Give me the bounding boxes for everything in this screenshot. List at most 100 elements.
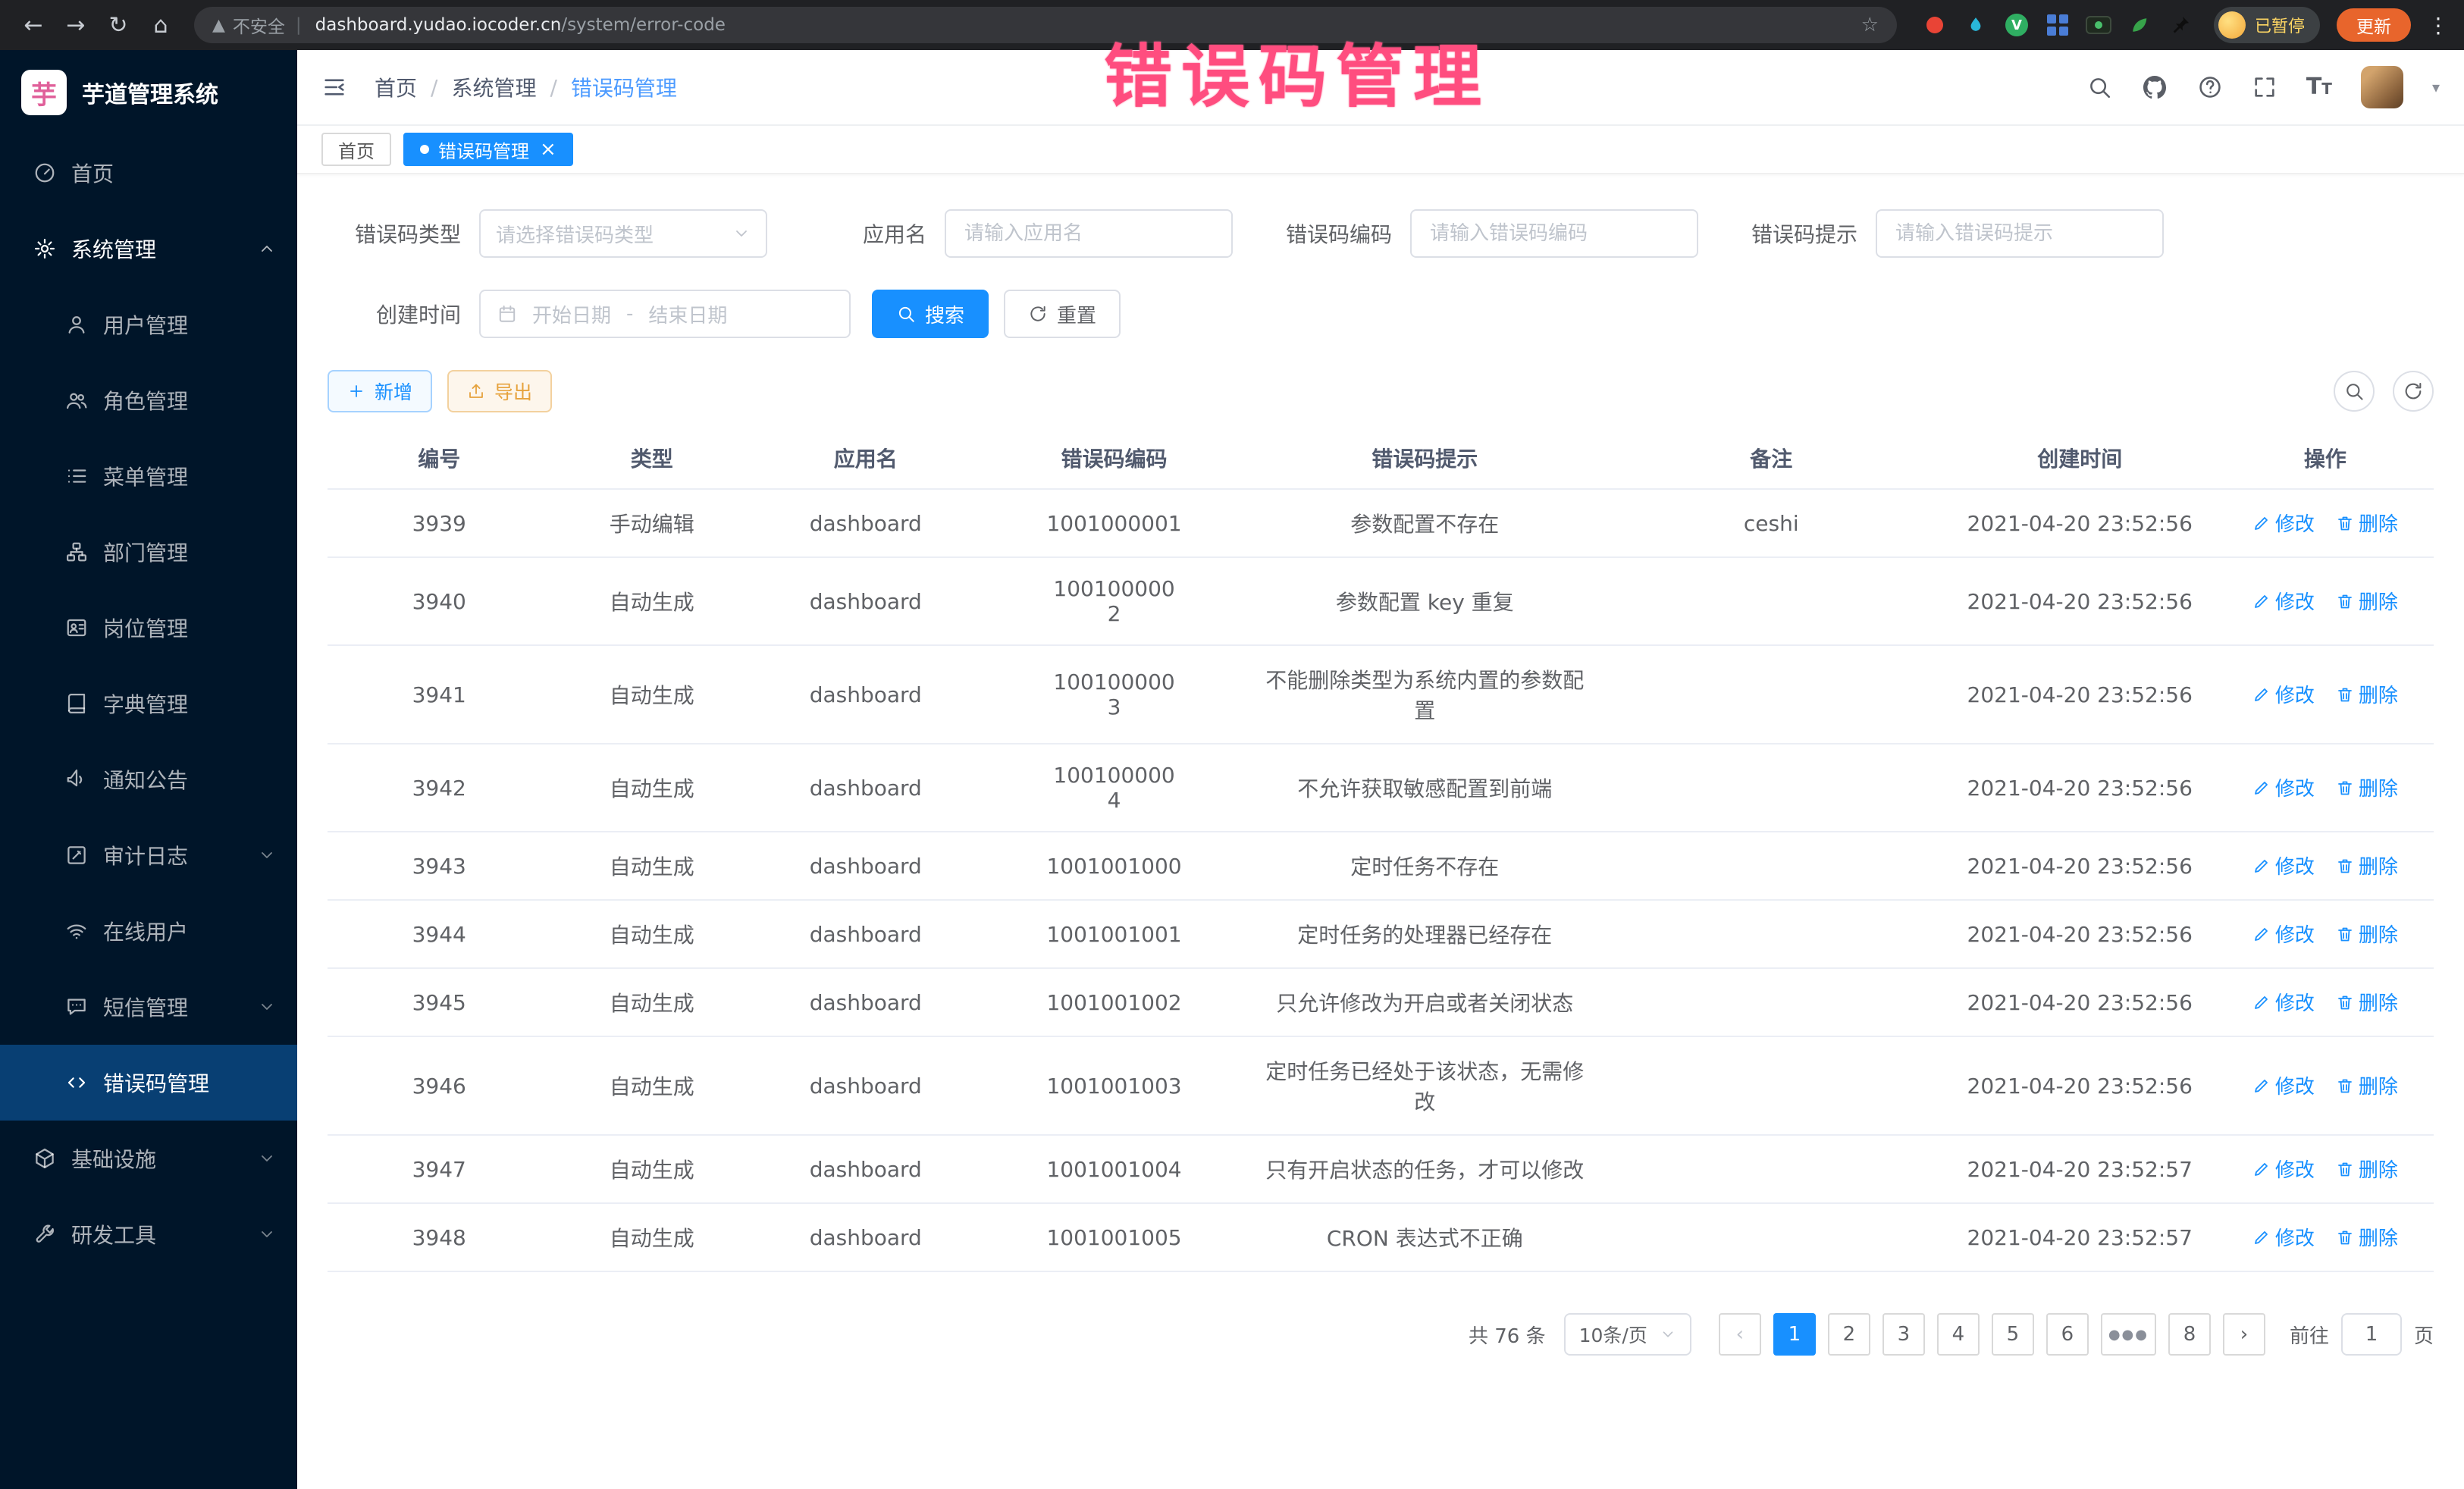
edit-link[interactable]: 修改: [2252, 680, 2315, 708]
delete-link[interactable]: 删除: [2336, 1071, 2398, 1099]
edit-link[interactable]: 修改: [2252, 1071, 2315, 1099]
delete-link[interactable]: 删除: [2336, 1223, 2398, 1251]
github-icon[interactable]: [2141, 74, 2168, 101]
breadcrumb-separator: /: [431, 75, 437, 100]
export-button[interactable]: 导出: [447, 370, 552, 412]
toggle-search-button[interactable]: [2334, 371, 2375, 412]
vpn-extension-icon[interactable]: V: [2003, 11, 2030, 39]
sidebar-item-devtool[interactable]: 研发工具: [0, 1196, 297, 1272]
edit-link[interactable]: 修改: [2252, 988, 2315, 1016]
edit-link[interactable]: 修改: [2252, 851, 2315, 879]
sidebar-item-infra[interactable]: 基础设施: [0, 1121, 297, 1196]
cell-app: dashboard: [753, 489, 978, 557]
colorpick-extension-icon[interactable]: [1962, 11, 1989, 39]
cell-hint: 参数配置不存在: [1250, 489, 1600, 557]
page-8-button[interactable]: 8: [2168, 1313, 2211, 1356]
breadcrumb-item[interactable]: 首页: [375, 72, 417, 102]
delete-link[interactable]: 删除: [2336, 680, 2398, 708]
font-size-icon[interactable]: TT: [2306, 76, 2332, 99]
record-extension-icon[interactable]: [1921, 11, 1948, 39]
gauge-icon: [33, 161, 56, 184]
close-icon[interactable]: ×: [540, 139, 556, 159]
reset-button[interactable]: 重置: [1004, 290, 1121, 338]
delete-link[interactable]: 删除: [2336, 587, 2398, 615]
search-icon[interactable]: [2086, 74, 2112, 100]
table-row: 3946自动生成dashboard1001001003定时任务已经处于该状态，无…: [328, 1036, 2434, 1135]
help-icon[interactable]: [2197, 74, 2223, 100]
edit-link[interactable]: 修改: [2252, 1223, 2315, 1251]
cell-type: 自动生成: [550, 1203, 753, 1271]
sidebar-item-online-user[interactable]: 在线用户: [0, 893, 297, 969]
edit-link[interactable]: 修改: [2252, 1155, 2315, 1183]
delete-link[interactable]: 删除: [2336, 773, 2398, 801]
edit-link[interactable]: 修改: [2252, 920, 2315, 948]
sidebar-fold-icon[interactable]: [321, 74, 347, 100]
forward-icon[interactable]: →: [58, 7, 94, 43]
sidebar-item-menu[interactable]: 菜单管理: [0, 438, 297, 514]
search-button[interactable]: 搜索: [872, 290, 989, 338]
page-4-button[interactable]: 4: [1937, 1313, 1980, 1356]
breadcrumb-item[interactable]: 系统管理: [451, 72, 536, 102]
back-icon[interactable]: ←: [15, 7, 52, 43]
sidebar-item-dict[interactable]: 字典管理: [0, 666, 297, 741]
profile-chip[interactable]: 已暂停: [2214, 7, 2320, 43]
menu-kebab-icon[interactable]: ⋮: [2428, 13, 2449, 38]
next-page-button[interactable]: ›: [2223, 1313, 2265, 1356]
page-size-select[interactable]: 10条/页: [1564, 1313, 1691, 1356]
date-range-picker[interactable]: 开始日期 - 结束日期: [479, 290, 851, 338]
pushpin-icon[interactable]: [2167, 11, 2194, 39]
page-more-button[interactable]: ●●●: [2101, 1313, 2156, 1356]
cell-hint: 定时任务不存在: [1250, 832, 1600, 900]
delete-link[interactable]: 删除: [2336, 920, 2398, 948]
sidebar-item-system[interactable]: 系统管理: [0, 211, 297, 287]
avatar-caret-icon[interactable]: ▾: [2432, 78, 2440, 96]
goto-page-input[interactable]: [2341, 1313, 2402, 1356]
update-button[interactable]: 更新: [2337, 8, 2411, 42]
grid-extension-icon[interactable]: [2044, 11, 2071, 39]
sidebar-item-audit-log[interactable]: 审计日志: [0, 817, 297, 893]
active-tab-dot: [420, 145, 429, 154]
sidebar-item-error-code[interactable]: 错误码管理: [0, 1045, 297, 1121]
page-5-button[interactable]: 5: [1992, 1313, 2034, 1356]
url-bar[interactable]: ▲ 不安全 | dashboard.yudao.iocoder.cn/syste…: [194, 7, 1897, 43]
sidebar-item-dept[interactable]: 部门管理: [0, 514, 297, 590]
page-1-button[interactable]: 1: [1773, 1313, 1816, 1356]
sidebar-item-home[interactable]: 首页: [0, 135, 297, 211]
error-hint-input[interactable]: [1876, 209, 2164, 258]
edit-link[interactable]: 修改: [2252, 587, 2315, 615]
delete-link[interactable]: 删除: [2336, 851, 2398, 879]
sidebar-item-sms[interactable]: 短信管理: [0, 969, 297, 1045]
page-2-button[interactable]: 2: [1828, 1313, 1870, 1356]
goto-label: 前往: [2290, 1321, 2329, 1349]
tab-home[interactable]: 首页: [321, 133, 391, 166]
table-row: 3942自动生成dashboard100100000 4不允许获取敏感配置到前端…: [328, 744, 2434, 832]
table-header-row: 编号 类型 应用名 错误码编码 错误码提示 备注 创建时间 操作: [328, 428, 2434, 489]
error-code-input[interactable]: [1410, 209, 1698, 258]
delete-link[interactable]: 删除: [2336, 988, 2398, 1016]
sidebar-item-post[interactable]: 岗位管理: [0, 590, 297, 666]
prev-page-button[interactable]: ‹: [1719, 1313, 1761, 1356]
sidebar-item-notice[interactable]: 通知公告: [0, 741, 297, 817]
bookmark-star-icon[interactable]: ☆: [1861, 14, 1879, 36]
logo[interactable]: 芋 芋道管理系统: [0, 50, 297, 135]
home-icon[interactable]: ⌂: [143, 7, 179, 43]
edit-link[interactable]: 修改: [2252, 773, 2315, 801]
leaf-extension-icon[interactable]: [2126, 11, 2153, 39]
fullscreen-icon[interactable]: [2252, 74, 2277, 100]
refresh-table-button[interactable]: [2393, 371, 2434, 412]
tab-error-code[interactable]: 错误码管理 ×: [403, 133, 573, 166]
switch-extension-icon[interactable]: [2085, 11, 2112, 39]
delete-link[interactable]: 删除: [2336, 1155, 2398, 1183]
sidebar-item-role[interactable]: 角色管理: [0, 362, 297, 438]
error-type-select[interactable]: 请选择错误码类型: [479, 209, 767, 258]
reload-icon[interactable]: ↻: [100, 7, 136, 43]
add-button[interactable]: 新增: [328, 370, 432, 412]
app-name-input[interactable]: [945, 209, 1233, 258]
user-avatar[interactable]: [2361, 66, 2403, 108]
page-3-button[interactable]: 3: [1882, 1313, 1925, 1356]
chevron-down-icon: [258, 846, 276, 864]
delete-link[interactable]: 删除: [2336, 509, 2398, 537]
sidebar-item-user[interactable]: 用户管理: [0, 287, 297, 362]
edit-link[interactable]: 修改: [2252, 509, 2315, 537]
page-6-button[interactable]: 6: [2046, 1313, 2089, 1356]
